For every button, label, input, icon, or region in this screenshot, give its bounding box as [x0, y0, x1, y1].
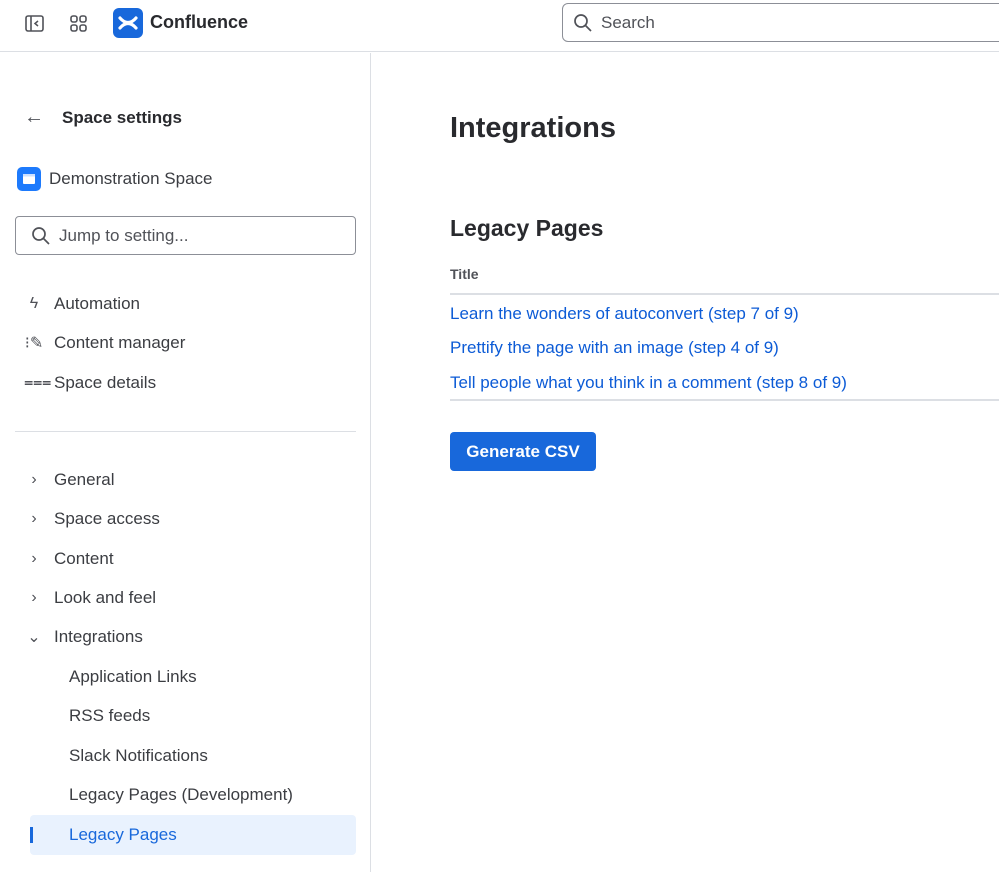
space-name: Demonstration Space: [49, 169, 213, 188]
divider: [15, 431, 356, 432]
space-link[interactable]: Demonstration Space: [17, 167, 212, 191]
sidebar-group-space-access[interactable]: › Space access: [24, 509, 160, 529]
sidebar-item-application-links[interactable]: Application Links: [69, 667, 197, 687]
table-footer-border: [450, 399, 999, 401]
sidebar-title: Space settings: [62, 107, 182, 127]
top-bar: Confluence Search: [0, 0, 999, 52]
sidebar-toggle-icon[interactable]: [24, 13, 46, 35]
sidebar-item-rss-feeds[interactable]: RSS feeds: [69, 706, 150, 726]
chevron-right-icon: ›: [31, 510, 37, 527]
chevron-right-icon: ›: [31, 550, 37, 567]
item-label: General: [54, 470, 115, 489]
content-manager-icon: ⁝✎: [24, 335, 44, 352]
chevron-down-icon: ⌄: [27, 629, 41, 646]
sidebar-group-content[interactable]: › Content: [24, 549, 114, 569]
sidebar-group-integrations[interactable]: ⌄ Integrations: [24, 627, 143, 647]
section-title: Legacy Pages: [450, 215, 604, 241]
item-label: Integrations: [54, 627, 143, 646]
chevron-right-icon: ›: [31, 471, 37, 488]
generate-csv-button[interactable]: Generate CSV: [450, 432, 596, 471]
search-icon: [32, 226, 50, 245]
search-placeholder: Search: [601, 12, 655, 32]
table-header-border: [450, 293, 999, 295]
arrow-left-icon: ←: [24, 106, 44, 128]
confluence-logo-icon[interactable]: [113, 8, 143, 38]
sliders-icon: ⩶: [24, 374, 52, 391]
sidebar-group-general[interactable]: › General: [24, 470, 114, 490]
item-label: Content manager: [54, 333, 186, 352]
item-label: Space access: [54, 509, 160, 528]
space-icon: [17, 167, 41, 191]
sidebar-group-look-and-feel[interactable]: › Look and feel: [24, 588, 156, 608]
lightning-icon: ϟ: [29, 295, 39, 312]
item-label: Automation: [54, 294, 140, 313]
jump-to-setting-input[interactable]: Jump to setting...: [15, 216, 356, 255]
sidebar-item-slack-notifications[interactable]: Slack Notifications: [69, 746, 208, 766]
sidebar-item-space-details[interactable]: ⩶ Space details: [24, 373, 156, 393]
sidebar-item-automation[interactable]: ϟ Automation: [24, 294, 140, 314]
table-row-link[interactable]: Learn the wonders of autoconvert (step 7…: [450, 304, 799, 324]
column-header-title[interactable]: Title: [450, 266, 479, 282]
app-switcher-icon[interactable]: [68, 13, 90, 35]
sidebar-item-content-manager[interactable]: ⁝✎ Content manager: [24, 333, 186, 353]
table-row-link[interactable]: Prettify the page with an image (step 4 …: [450, 338, 779, 358]
sidebar: ← Space settings Demonstration Space Jum…: [0, 53, 371, 872]
chevron-right-icon: ›: [31, 589, 37, 606]
table-row-link[interactable]: Tell people what you think in a comment …: [450, 373, 847, 393]
item-label: Legacy Pages: [69, 825, 177, 844]
page-title: Integrations: [450, 112, 616, 144]
selected-indicator: [30, 827, 33, 843]
item-label: Look and feel: [54, 588, 157, 607]
search-icon: [574, 13, 592, 32]
app-name[interactable]: Confluence: [150, 12, 248, 33]
sidebar-item-legacy-pages-development[interactable]: Legacy Pages (Development): [69, 785, 293, 805]
sidebar-item-legacy-pages[interactable]: Legacy Pages: [30, 815, 356, 855]
item-label: Content: [54, 549, 114, 568]
search-input[interactable]: Search: [562, 3, 999, 42]
jump-placeholder: Jump to setting...: [59, 225, 189, 245]
item-label: Space details: [54, 373, 157, 392]
back-to-space-settings[interactable]: ← Space settings: [24, 106, 182, 129]
